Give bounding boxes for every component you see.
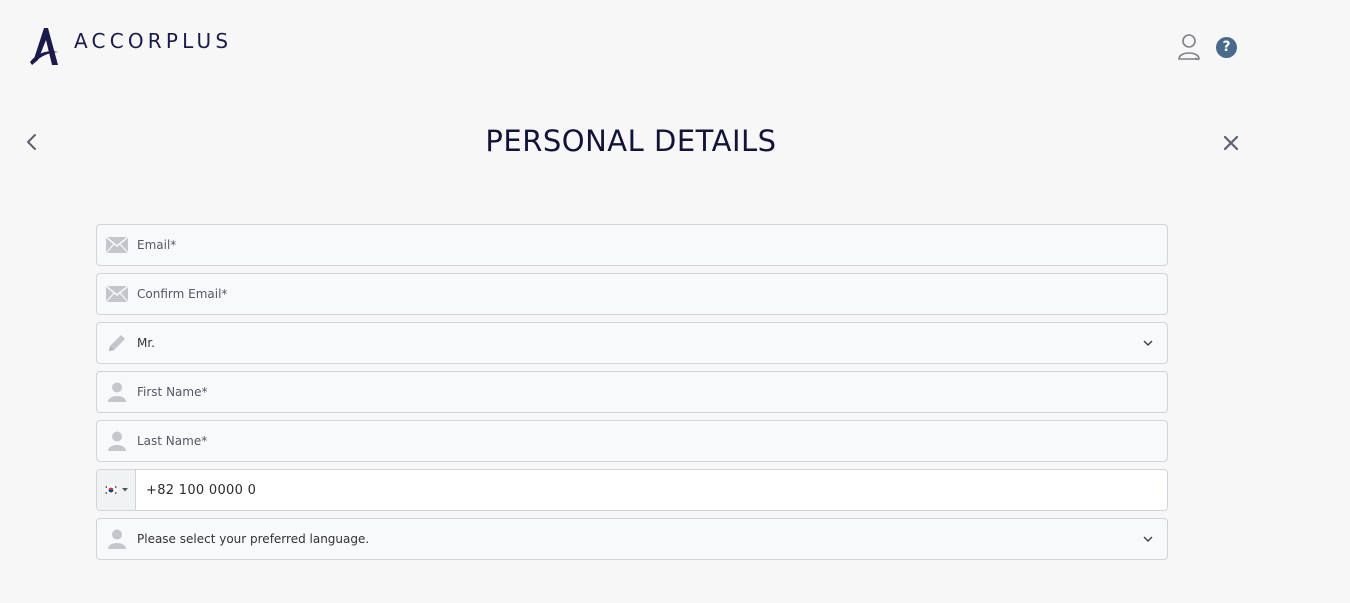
last-name-placeholder: Last Name* [137, 434, 208, 448]
person-icon [97, 421, 137, 461]
email-placeholder: Email* [137, 238, 177, 252]
chevron-down-icon [1143, 536, 1153, 543]
pencil-icon [97, 323, 137, 363]
phone-input[interactable]: +82 100 0000 0 [146, 483, 256, 498]
question-icon: ? [1222, 39, 1231, 55]
korea-flag-icon [103, 485, 118, 495]
country-code-selector[interactable] [97, 470, 136, 510]
title-select[interactable]: Mr. [96, 322, 1168, 364]
phone-field: +82 100 0000 0 [96, 469, 1168, 511]
confirm-email-field[interactable]: Confirm Email* [96, 273, 1168, 315]
language-select[interactable]: Please select your preferred language. [96, 518, 1168, 560]
title-select-value: Mr. [137, 336, 155, 350]
first-name-placeholder: First Name* [137, 385, 208, 399]
language-select-value: Please select your preferred language. [137, 532, 370, 546]
brand-logo[interactable]: ACCORPLUS [28, 26, 232, 66]
header-actions: ? [1177, 33, 1237, 61]
envelope-icon [97, 274, 137, 314]
first-name-field[interactable]: First Name* [96, 371, 1168, 413]
accor-logo-mark-icon [30, 28, 58, 65]
close-button[interactable] [1220, 132, 1242, 154]
help-button[interactable]: ? [1216, 36, 1237, 58]
page-title: PERSONAL DETAILS [485, 124, 777, 158]
chevron-down-icon [1143, 340, 1153, 347]
close-icon [1223, 135, 1239, 151]
email-field[interactable]: Email* [96, 224, 1168, 266]
person-icon [97, 372, 137, 412]
person-icon [97, 519, 137, 559]
envelope-icon [97, 225, 137, 265]
confirm-email-placeholder: Confirm Email* [137, 287, 228, 301]
caret-down-icon [121, 488, 128, 492]
last-name-field[interactable]: Last Name* [96, 420, 1168, 462]
brand-name: ACCORPLUS [74, 29, 233, 53]
user-icon[interactable] [1177, 33, 1203, 61]
personal-details-form: Email* Confirm Email* Mr. First Name* La… [96, 224, 1168, 567]
